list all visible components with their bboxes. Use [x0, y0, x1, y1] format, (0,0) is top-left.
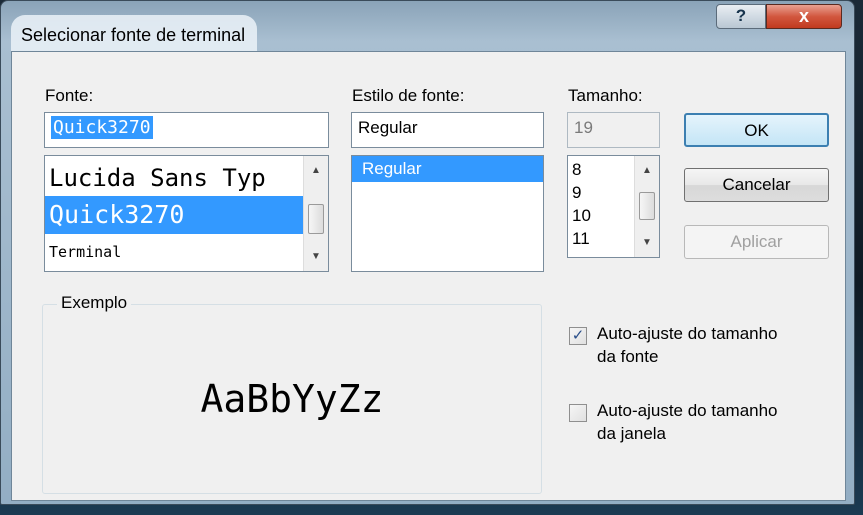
font-input-text: Quick3270 [51, 116, 153, 139]
scroll-up-icon[interactable]: ▲ [304, 160, 328, 182]
size-list[interactable]: 8 9 10 11 ▲ ▼ [567, 155, 660, 258]
scroll-thumb[interactable] [639, 192, 655, 220]
font-list-item[interactable]: Lucida Sans Typ [45, 160, 310, 196]
auto-window-label[interactable]: Auto-ajuste do tamanho da janela [597, 399, 778, 445]
sample-groupbox: Exemplo AaBbYyZz [42, 293, 542, 494]
title-bar[interactable]: Selecionar fonte de terminal ? x [1, 1, 854, 51]
cancel-button[interactable]: Cancelar [684, 168, 829, 202]
close-button[interactable]: x [766, 4, 842, 29]
auto-window-label-line1: Auto-ajuste do tamanho [597, 401, 778, 420]
style-label: Estilo de fonte: [352, 86, 465, 105]
font-list-item-selected[interactable]: Quick3270 [45, 196, 310, 234]
font-dialog-window: Selecionar fonte de terminal ? x Fonte: … [0, 0, 855, 505]
size-list-item[interactable]: 10 [572, 204, 591, 227]
font-input[interactable]: Quick3270 [44, 112, 329, 148]
scroll-down-icon[interactable]: ▼ [635, 232, 659, 254]
sample-label: Exemplo [57, 293, 132, 313]
size-input[interactable]: 19 [567, 112, 660, 148]
scroll-thumb[interactable] [308, 204, 324, 234]
size-list-scrollbar[interactable]: ▲ ▼ [634, 156, 659, 257]
help-button[interactable]: ? [716, 4, 766, 29]
auto-window-label-line2: da janela [597, 424, 667, 443]
ok-button[interactable]: OK [684, 113, 829, 147]
dialog-body: Fonte: Quick3270 Lucida Sans Typ Quick32… [11, 51, 846, 501]
font-list[interactable]: Lucida Sans Typ Quick3270 Terminal ▲ ▼ [44, 155, 329, 272]
scroll-down-icon[interactable]: ▼ [304, 246, 328, 268]
dialog-title: Selecionar fonte de terminal [11, 15, 258, 51]
sample-text: AaBbYyZz [200, 377, 384, 421]
font-list-item[interactable]: Terminal [45, 236, 310, 268]
style-input[interactable]: Regular [351, 112, 544, 148]
font-label: Fonte: [45, 86, 94, 105]
auto-font-label[interactable]: Auto-ajuste do tamanho da fonte [597, 322, 778, 368]
scroll-up-icon[interactable]: ▲ [635, 160, 659, 182]
size-list-item[interactable]: 9 [572, 181, 581, 204]
font-list-scrollbar[interactable]: ▲ ▼ [303, 156, 328, 271]
style-list[interactable]: Regular [351, 155, 544, 272]
auto-window-checkbox[interactable] [569, 404, 587, 422]
size-list-item[interactable]: 8 [572, 158, 581, 181]
apply-button[interactable]: Aplicar [684, 225, 829, 259]
auto-font-label-line1: Auto-ajuste do tamanho [597, 324, 778, 343]
style-list-item-selected[interactable]: Regular [352, 156, 543, 182]
size-list-item[interactable]: 11 [572, 227, 590, 250]
auto-font-checkbox[interactable]: ✓ [569, 327, 587, 345]
size-label: Tamanho: [568, 86, 643, 105]
auto-font-label-line2: da fonte [597, 347, 659, 366]
